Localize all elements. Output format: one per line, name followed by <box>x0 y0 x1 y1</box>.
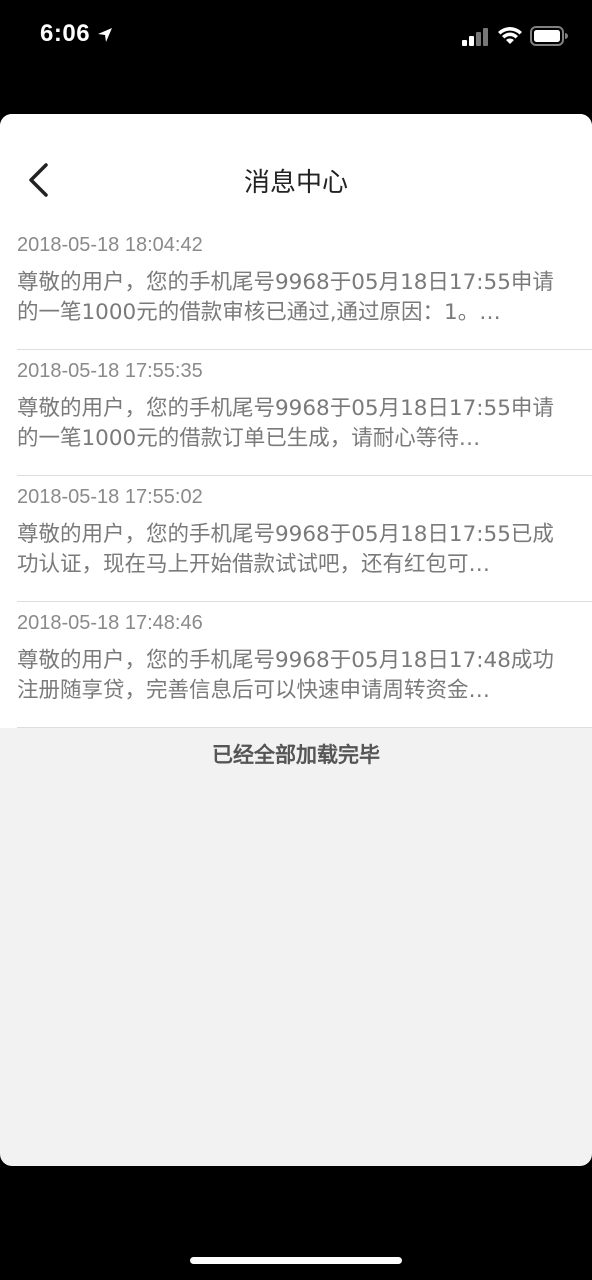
back-button[interactable] <box>18 158 58 202</box>
message-list: 2018-05-18 18:04:42 尊敬的用户，您的手机尾号9968于05月… <box>0 224 592 728</box>
status-bar: 6:06 <box>0 0 592 72</box>
message-body: 尊敬的用户，您的手机尾号9968于05月18日17:48成功注册随享贷，完善信息… <box>17 648 554 703</box>
message-time: 2018-05-18 18:04:42 <box>17 234 203 256</box>
message-time: 2018-05-18 17:55:35 <box>17 360 203 382</box>
message-body: 尊敬的用户，您的手机尾号9968于05月18日17:55申请的一笔1000元的借… <box>17 270 554 325</box>
status-time: 6:06 <box>40 20 91 47</box>
message-item[interactable]: 2018-05-18 17:55:35 尊敬的用户，您的手机尾号9968于05月… <box>0 350 592 476</box>
message-body: 尊敬的用户，您的手机尾号9968于05月18日17:55已成功认证，现在马上开始… <box>17 522 554 577</box>
cellular-signal-icon <box>462 28 488 46</box>
message-item[interactable]: 2018-05-18 18:04:42 尊敬的用户，您的手机尾号9968于05月… <box>0 224 592 350</box>
chevron-left-icon <box>29 163 48 197</box>
message-time: 2018-05-18 17:55:02 <box>17 486 203 508</box>
message-item[interactable]: 2018-05-18 17:48:46 尊敬的用户，您的手机尾号9968于05月… <box>0 602 592 728</box>
location-arrow-icon <box>98 28 112 42</box>
screen: 6:06 消息中心 2018-05-18 18:04:42 尊敬的用户，您的手机… <box>0 0 592 1280</box>
message-center-sheet: 消息中心 2018-05-18 18:04:42 尊敬的用户，您的手机尾号996… <box>0 114 592 1166</box>
divider <box>17 727 592 728</box>
message-body: 尊敬的用户，您的手机尾号9968于05月18日17:55申请的一笔1000元的借… <box>17 396 554 451</box>
wifi-icon <box>498 27 522 44</box>
message-item[interactable]: 2018-05-18 17:55:02 尊敬的用户，您的手机尾号9968于05月… <box>0 476 592 602</box>
nav-header: 消息中心 <box>0 114 592 224</box>
load-complete-text: 已经全部加载完毕 <box>212 743 380 767</box>
message-time: 2018-05-18 17:48:46 <box>17 612 203 634</box>
battery-icon <box>530 26 568 46</box>
page-title: 消息中心 <box>243 168 348 198</box>
home-indicator[interactable] <box>190 1257 402 1264</box>
